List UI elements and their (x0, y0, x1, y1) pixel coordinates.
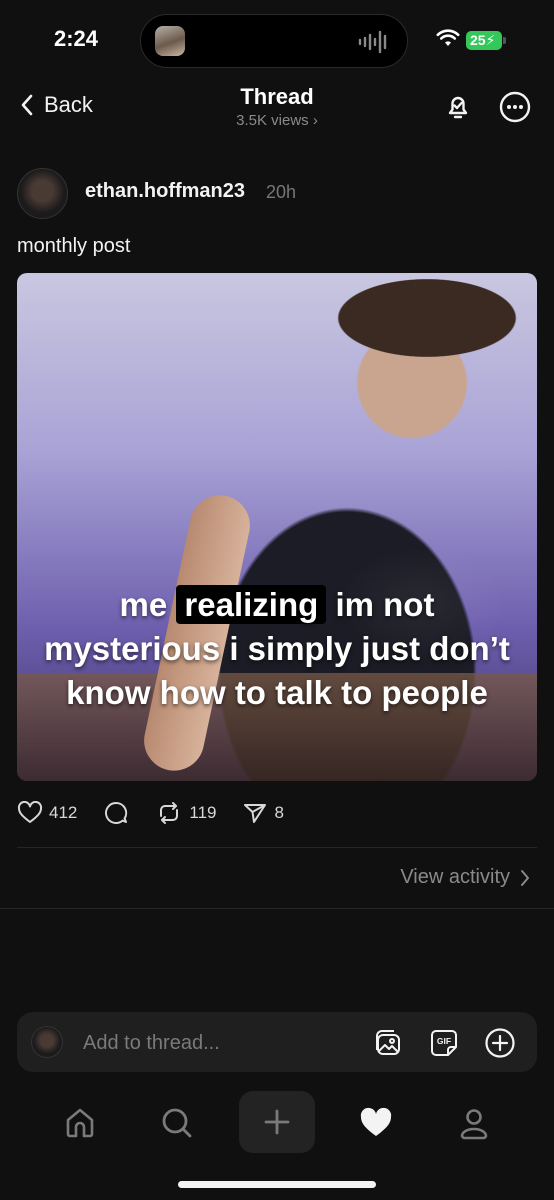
home-icon (66, 1108, 94, 1138)
home-indicator (178, 1181, 376, 1188)
caption-line-1: me realizing im not (17, 583, 537, 627)
battery-indicator: 25⚡ (466, 31, 502, 50)
repost-icon (160, 802, 179, 824)
share-button[interactable]: 8 (242, 801, 284, 825)
gallery-icon[interactable] (372, 1027, 404, 1059)
views-label: 3.5K views (236, 112, 309, 129)
audio-waveform-icon (358, 30, 387, 54)
repost-button[interactable]: 119 (155, 801, 216, 825)
caption-line-3: know how to talk to people (66, 674, 488, 711)
reply-composer: GIF (17, 1012, 537, 1074)
status-time: 2:24 (54, 26, 99, 51)
divider (0, 908, 554, 909)
now-playing-thumbnail (155, 26, 185, 56)
post-timestamp: 20h (266, 182, 297, 202)
search-icon (162, 1108, 192, 1138)
tab-profile[interactable] (448, 1100, 500, 1146)
author-avatar[interactable] (17, 168, 68, 219)
comment-icon (105, 801, 128, 824)
battery-level: 25 (470, 32, 486, 48)
heart-outline-icon (17, 801, 43, 823)
image-caption: me realizing im not mysterious i simply … (17, 583, 537, 715)
heart-filled-icon (360, 1107, 392, 1136)
caption-line-2: mysterious i simply just don’t (44, 630, 510, 667)
plus-icon (264, 1109, 290, 1135)
tab-home[interactable] (54, 1100, 106, 1146)
dynamic-island[interactable] (140, 14, 408, 68)
post-image[interactable]: me realizing im not mysterious i simply … (17, 273, 537, 781)
view-activity-link[interactable]: View activity (400, 866, 530, 889)
user-avatar (31, 1026, 63, 1058)
caption-text: im not (335, 586, 435, 623)
battery-cap (503, 37, 506, 44)
profile-icon (460, 1109, 488, 1140)
bell-icon[interactable] (441, 90, 475, 124)
chevron-right-icon (521, 869, 529, 886)
caption-text: me (119, 586, 168, 623)
send-icon (244, 804, 267, 823)
tab-search[interactable] (151, 1100, 203, 1146)
tab-activity[interactable] (350, 1100, 402, 1146)
repost-count: 119 (189, 803, 217, 822)
gif-icon[interactable]: GIF (428, 1027, 460, 1059)
reply-input[interactable] (81, 1012, 355, 1074)
like-button[interactable]: 412 (17, 801, 77, 825)
post-text: monthly post (17, 235, 131, 257)
wifi-icon (436, 29, 460, 46)
more-icon[interactable] (498, 90, 532, 124)
view-activity-label: View activity (400, 866, 510, 888)
plus-circle-icon[interactable] (484, 1027, 516, 1059)
tab-create[interactable] (239, 1091, 315, 1153)
svg-text:GIF: GIF (437, 1036, 451, 1046)
share-count: 8 (274, 803, 284, 822)
divider (17, 847, 537, 848)
caption-highlight: realizing (176, 585, 327, 624)
post-actions: 412 119 8 (17, 800, 310, 826)
reply-button[interactable] (103, 800, 129, 826)
author-username[interactable]: ethan.hoffman23 (85, 180, 245, 203)
like-count: 412 (49, 803, 78, 822)
